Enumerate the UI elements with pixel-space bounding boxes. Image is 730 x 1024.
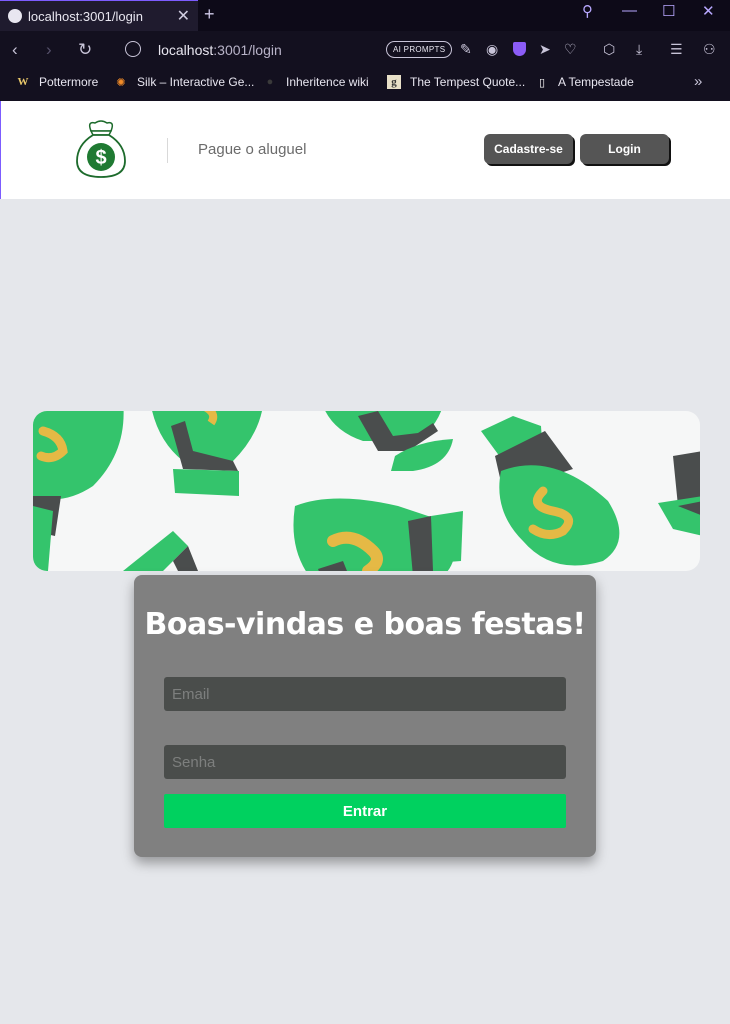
bookmark-label: Silk – Interactive Ge... <box>137 75 255 89</box>
bookmark-favicon-icon: ▯ <box>538 76 546 89</box>
site-header: $ Pague o aluguel Cadastre-se Login <box>0 101 730 199</box>
download-icon[interactable]: ⤓ <box>636 41 642 58</box>
browser-tab[interactable]: localhost:3001/login ✕ <box>0 0 198 31</box>
bookmark-favicon-icon: ✺ <box>116 76 126 89</box>
new-tab-icon[interactable]: + <box>204 4 215 25</box>
heart-icon[interactable]: ♡ <box>564 41 577 58</box>
settings-sliders-icon[interactable]: ☰ <box>670 41 683 58</box>
browser-chrome: localhost:3001/login ✕ + ⚲ — ☐ ✕ ‹ › ↻ l… <box>0 0 730 101</box>
tab-title: localhost:3001/login <box>28 8 143 24</box>
email-field[interactable] <box>164 677 566 711</box>
tab-bar: localhost:3001/login ✕ + ⚲ — ☐ ✕ <box>0 0 730 31</box>
login-card: Boas-vindas e boas festas! Entrar <box>134 575 596 857</box>
site-info-icon[interactable] <box>125 41 141 57</box>
more-bookmarks-icon[interactable]: » <box>694 73 702 90</box>
reload-icon[interactable]: ↻ <box>78 40 92 60</box>
header-tagline[interactable]: Pague o aluguel <box>198 141 306 158</box>
header-divider <box>167 138 168 163</box>
bookmark-item[interactable]: ▯ A Tempestade <box>535 75 634 89</box>
edit-icon[interactable]: ✎ <box>460 41 472 58</box>
bookmark-label: The Tempest Quote... <box>410 75 526 89</box>
money-bag-logo-icon[interactable]: $ <box>73 119 129 179</box>
bookmark-item[interactable]: ✺ Silk – Interactive Ge... <box>114 75 254 89</box>
url-path: :3001/login <box>213 42 282 58</box>
signup-button[interactable]: Cadastre-se <box>484 134 573 164</box>
svg-text:$: $ <box>95 147 106 169</box>
send-icon[interactable]: ➤ <box>539 41 551 58</box>
money-bags-banner <box>33 411 700 571</box>
address-row: ‹ › ↻ localhost:3001/login AI PROMPTS ✎ … <box>0 31 730 69</box>
bookmark-label: Inheritence wiki <box>286 75 369 89</box>
close-window-icon[interactable]: ✕ <box>702 2 715 20</box>
bookmark-label: Pottermore <box>39 75 99 89</box>
ai-prompts-button[interactable]: AI PROMPTS <box>386 41 453 58</box>
money-bags-pattern-image <box>33 411 700 571</box>
password-field[interactable] <box>164 745 566 779</box>
bookmark-item[interactable]: W Pottermore <box>16 75 99 89</box>
bookmark-favicon-icon: g <box>387 75 401 89</box>
bookmark-favicon-icon: ● <box>266 76 274 88</box>
search-tabs-icon[interactable]: ⚲ <box>582 2 593 20</box>
bookmark-label: A Tempestade <box>558 75 634 89</box>
tab-favicon-icon <box>8 9 22 23</box>
profile-icon[interactable]: ⚇ <box>703 41 716 58</box>
minimize-icon[interactable]: — <box>622 2 637 19</box>
address-bar[interactable]: localhost:3001/login <box>158 42 282 58</box>
bookmarks-bar: W Pottermore ✺ Silk – Interactive Ge... … <box>0 69 730 97</box>
welcome-heading: Boas-vindas e boas festas! <box>144 607 586 642</box>
url-host: localhost <box>158 42 214 58</box>
submit-button[interactable]: Entrar <box>164 794 566 828</box>
maximize-icon[interactable]: ☐ <box>662 2 675 20</box>
back-icon[interactable]: ‹ <box>12 40 18 60</box>
camera-icon[interactable]: ◉ <box>486 41 498 58</box>
bookmark-item[interactable]: ● Inheritence wiki <box>263 75 369 89</box>
shield-icon[interactable] <box>513 42 526 56</box>
cube-icon[interactable]: ⬡ <box>603 41 615 58</box>
login-button[interactable]: Login <box>580 134 669 164</box>
close-tab-icon[interactable]: ✕ <box>177 6 190 26</box>
forward-icon[interactable]: › <box>46 40 52 60</box>
bookmark-favicon-icon: W <box>17 76 29 88</box>
bookmark-item[interactable]: g The Tempest Quote... <box>387 75 525 89</box>
